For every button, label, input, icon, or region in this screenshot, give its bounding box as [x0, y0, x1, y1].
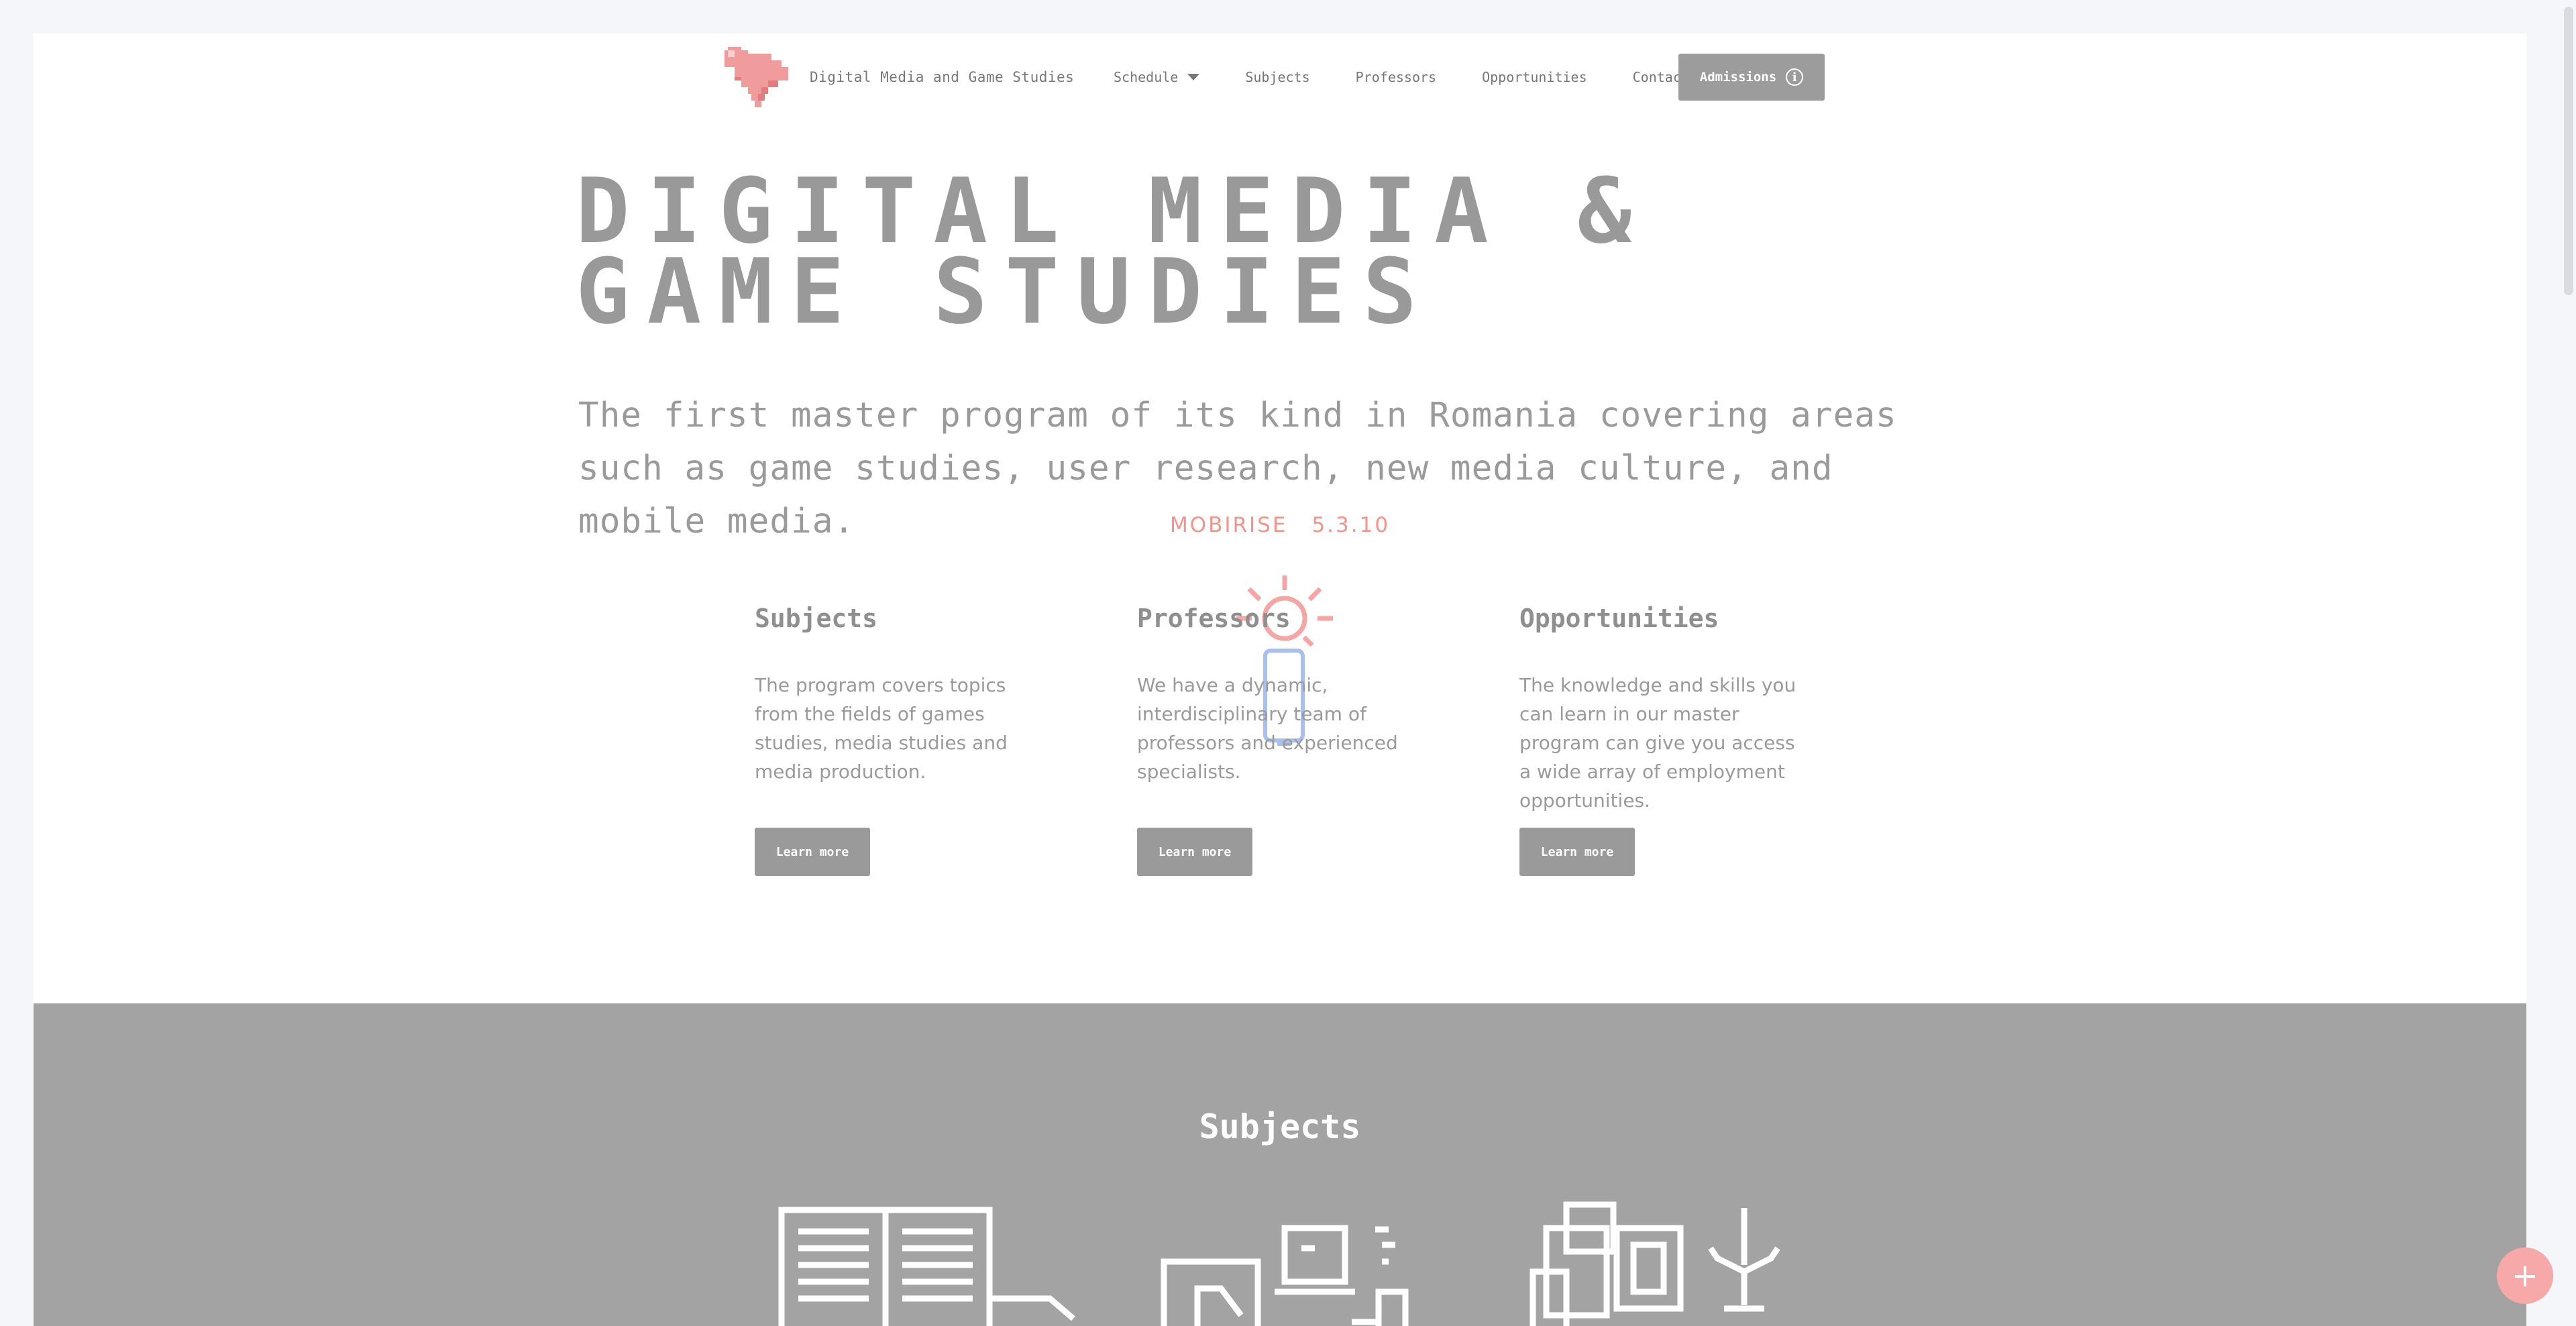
plus-icon[interactable]: +	[2497, 1248, 2553, 1304]
pixel-heart-icon[interactable]	[721, 40, 795, 114]
version-label: MOBIRISE 5.3.10	[34, 513, 2526, 537]
feature-title: Subjects	[755, 604, 878, 633]
version-number: 5.3.10	[1311, 513, 1391, 537]
page-card: Digital Media and Game Studies Schedule …	[34, 34, 2526, 1326]
feature-professors: Professors We have a dynamic, interdisci…	[1137, 604, 1426, 876]
info-icon[interactable]: i	[1786, 68, 1804, 86]
feature-text: The knowledge and skills you can learn i…	[1519, 674, 1796, 812]
nav-item-label[interactable]: Schedule	[1114, 69, 1178, 85]
version-brand: MOBIRISE	[1169, 513, 1288, 537]
feature-title: Opportunities	[1519, 604, 1719, 633]
nav-item-label[interactable]: Professors	[1356, 69, 1436, 85]
nav-menu: Schedule Subjects Professors Opportuniti…	[1114, 34, 1735, 121]
learn-more-button[interactable]: Learn more	[1519, 828, 1635, 876]
scrollbar[interactable]	[2560, 0, 2576, 1326]
nav-item-label[interactable]: Opportunities	[1482, 69, 1587, 85]
admissions-button[interactable]: Admissions i	[1678, 54, 1825, 101]
subjects-section: Subjects	[34, 1003, 2526, 1326]
feature-opportunities: Opportunities The knowledge and skills y…	[1519, 604, 1808, 876]
game-studies-icon	[1529, 1201, 1780, 1326]
brand-name[interactable]: Digital Media and Game Studies	[810, 69, 1074, 85]
feature-text: We have a dynamic, interdisciplinary tea…	[1137, 674, 1398, 783]
scrollbar-thumb[interactable]	[2564, 7, 2573, 295]
feature-title: Professors	[1137, 604, 1291, 633]
brand[interactable]: Digital Media and Game Studies	[721, 40, 1074, 114]
hero-title: DIGITAL MEDIA & GAME STUDIES	[576, 166, 1917, 337]
nav-item-subjects[interactable]: Subjects	[1245, 69, 1309, 85]
learn-more-button[interactable]: Learn more	[1137, 828, 1252, 876]
media-production-icon	[1161, 1225, 1409, 1326]
subjects-section-title: Subjects	[1199, 1107, 1361, 1146]
hero-title-line2: GAME STUDIES	[576, 239, 1435, 344]
nav-item-schedule[interactable]: Schedule	[1114, 69, 1200, 85]
nav-item-label[interactable]: Subjects	[1245, 69, 1309, 85]
book-stack-icon	[778, 1207, 1075, 1326]
nav-item-professors[interactable]: Professors	[1356, 69, 1436, 85]
feature-subjects: Subjects The program covers topics from …	[755, 604, 1043, 876]
learn-more-button[interactable]: Learn more	[755, 828, 870, 876]
navbar: Digital Media and Game Studies Schedule …	[34, 34, 2526, 121]
feature-text: The program covers topics from the field…	[755, 674, 1008, 783]
nav-item-opportunities[interactable]: Opportunities	[1482, 69, 1587, 85]
admissions-button-label[interactable]: Admissions	[1700, 70, 1776, 85]
caret-down-icon[interactable]	[1187, 74, 1200, 80]
